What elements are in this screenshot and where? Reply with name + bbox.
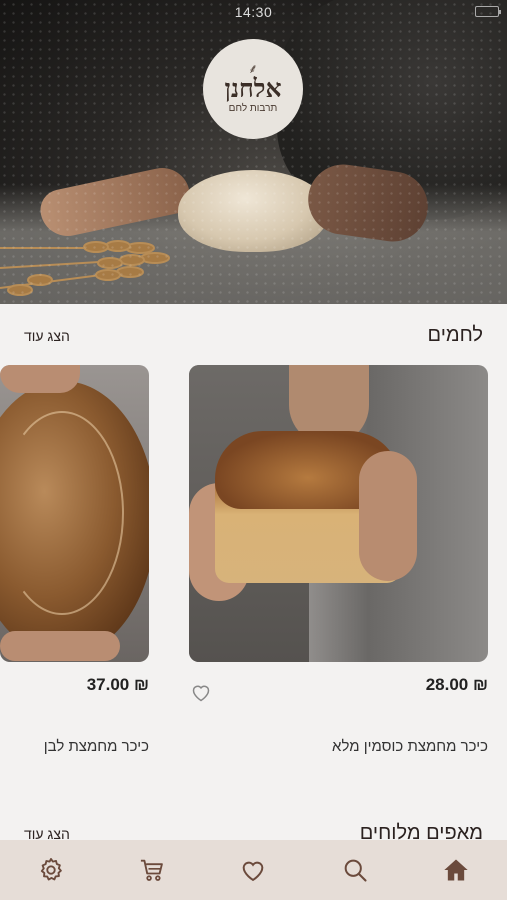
bottom-nav — [0, 840, 507, 900]
section-title: לחמים — [427, 324, 483, 346]
brand-logo: ⸙ אלחנן תרבות לחם — [203, 39, 303, 139]
heart-icon[interactable] — [189, 680, 213, 704]
heart-icon — [243, 861, 264, 882]
brand-tagline: תרבות לחם — [228, 103, 278, 114]
nav-favorites[interactable] — [228, 845, 278, 895]
product-image[interactable] — [189, 365, 488, 662]
product-name[interactable]: כיכר מחמצת לבן — [44, 738, 149, 755]
search-icon — [344, 859, 367, 882]
product-price: 37.00 ₪ — [86, 675, 149, 694]
show-more-link[interactable]: הצג עוד — [24, 328, 70, 344]
nav-search[interactable] — [330, 845, 380, 895]
settings-icon — [40, 857, 62, 881]
hero-banner: 14:30 ⸙ אלחנן תרבות לחם — [0, 0, 507, 304]
nav-home[interactable] — [431, 845, 481, 895]
section-header-breads: הצג עוד לחמים — [24, 324, 483, 347]
hand — [0, 365, 80, 393]
nav-settings[interactable] — [26, 845, 76, 895]
battery-icon — [475, 6, 501, 17]
nav-cart[interactable] — [127, 845, 177, 895]
product-card[interactable]: 37.00 ₪ כיכר מחמצת לבן — [0, 365, 149, 765]
product-image[interactable] — [0, 365, 149, 662]
brand-name: אלחנן — [224, 74, 282, 103]
hand — [0, 631, 120, 661]
home-icon — [444, 859, 468, 881]
status-time: 14:30 — [234, 4, 273, 20]
product-name[interactable]: כיכר מחמצת כוסמין מלא — [332, 738, 488, 755]
product-price: 28.00 ₪ — [425, 675, 488, 694]
round-loaf — [0, 381, 149, 657]
cart-icon — [140, 859, 163, 881]
hand — [359, 451, 417, 581]
product-card[interactable]: 28.00 ₪ כיכר מחמצת כוסמין מלא — [189, 365, 488, 765]
status-bar: 14:30 — [0, 0, 507, 24]
